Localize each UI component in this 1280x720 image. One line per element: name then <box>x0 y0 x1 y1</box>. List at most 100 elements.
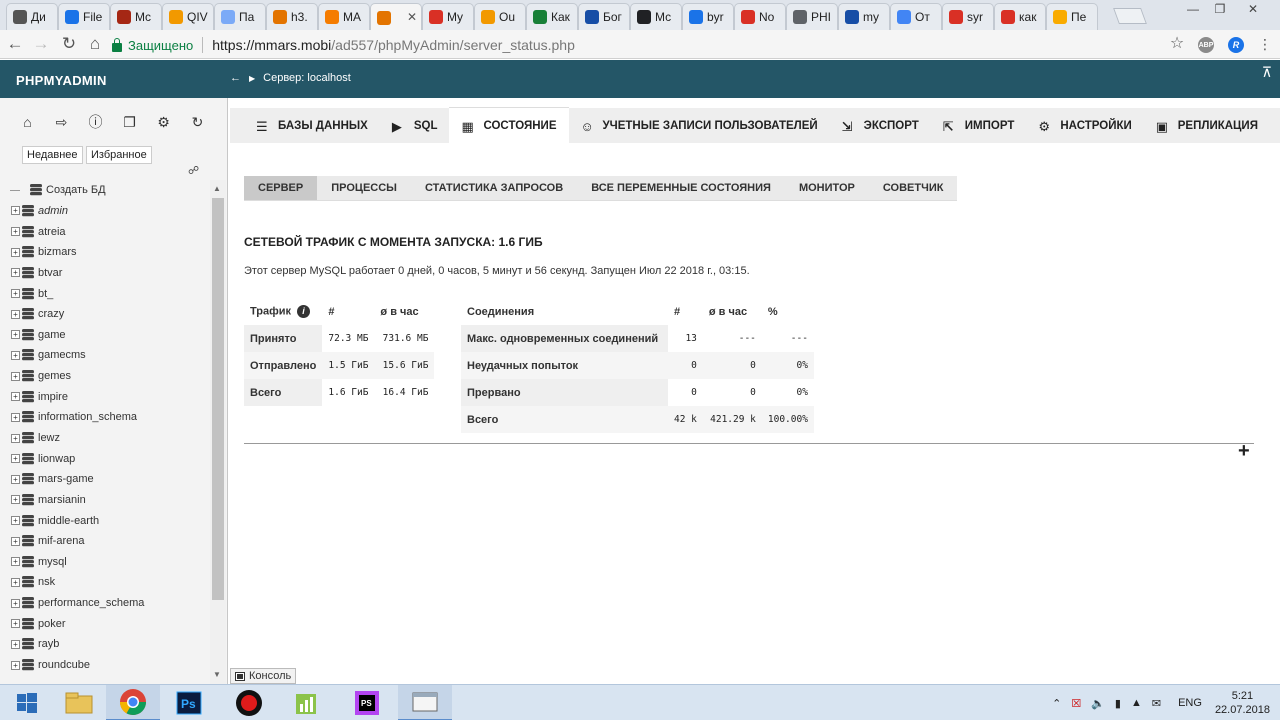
browser-tab[interactable]: Ди <box>6 3 58 30</box>
adblock-icon[interactable]: ABP <box>1198 37 1214 53</box>
top-menu-database[interactable]: ☰ Базы данных <box>244 108 380 143</box>
docs-icon[interactable]: ❐ <box>120 114 139 130</box>
expand-icon[interactable]: + <box>11 577 20 587</box>
browser-tab[interactable]: Бог <box>578 3 630 30</box>
close-tab-icon[interactable]: ✕ <box>407 10 417 24</box>
chrome-taskbar-icon[interactable] <box>106 685 160 720</box>
sub-tab[interactable]: Монитор <box>785 176 869 200</box>
expand-icon[interactable]: + <box>11 639 20 649</box>
top-menu-import[interactable]: ⇱ Импорт <box>931 108 1027 143</box>
expand-icon[interactable]: + <box>11 289 20 299</box>
gear-icon[interactable]: ⚙ <box>154 114 173 130</box>
browser-tab[interactable]: syr <box>942 3 994 30</box>
minimize-icon[interactable]: — <box>1180 2 1206 16</box>
browser-tab[interactable]: File <box>58 3 110 30</box>
logout-icon[interactable]: ⇨ <box>52 114 71 130</box>
browser-tab[interactable]: Пе <box>1046 3 1098 30</box>
top-menu-user[interactable]: ☺ Учетные записи пользователей <box>569 108 830 143</box>
address-bar[interactable]: Защищено https://mmars.mobi/ad557/phpMyA… <box>112 34 1192 56</box>
database-item[interactable]: + mysql <box>10 552 205 573</box>
browser-tab[interactable]: Мс <box>630 3 682 30</box>
explorer-taskbar-icon[interactable] <box>52 685 106 720</box>
chevron-up-icon[interactable]: ⌃ <box>1052 697 1061 710</box>
database-item[interactable]: + lionwap <box>10 448 205 469</box>
browser-tab[interactable]: My <box>422 3 474 30</box>
database-item[interactable]: + roundcube <box>10 655 205 676</box>
browser-tab[interactable]: Mc <box>110 3 162 30</box>
signal-icon[interactable]: ▲ <box>1131 697 1142 709</box>
expand-icon[interactable]: + <box>11 371 20 381</box>
database-item[interactable]: + information_schema <box>10 407 205 428</box>
expand-icon[interactable]: + <box>11 454 20 464</box>
expand-icon[interactable]: + <box>11 474 20 484</box>
bookmark-star-icon[interactable]: ☆ <box>1166 34 1188 54</box>
scrollbar-thumb[interactable] <box>212 198 224 600</box>
top-menu-settings[interactable]: ⚙ Настройки <box>1026 108 1143 143</box>
create-db-link[interactable]: Создать БД <box>10 180 205 201</box>
expand-icon[interactable]: + <box>11 598 20 608</box>
photoshop-taskbar-icon[interactable]: Ps <box>162 685 216 720</box>
message-icon[interactable]: ✉ <box>1152 697 1161 710</box>
collapse-icon[interactable]: ⊼ <box>1262 64 1272 81</box>
chart-app-taskbar-icon[interactable] <box>280 685 334 720</box>
browser-tab[interactable]: От <box>890 3 942 30</box>
scroll-up-icon[interactable]: ▲ <box>213 184 221 193</box>
database-item[interactable]: + middle-earth <box>10 510 205 531</box>
info-icon[interactable]: ⓘ <box>86 114 105 130</box>
database-item[interactable]: + gemes <box>10 366 205 387</box>
server-link[interactable]: Сервер: localhost <box>263 72 351 84</box>
database-item[interactable]: + atreia <box>10 221 205 242</box>
battery-icon[interactable]: ▮ <box>1115 697 1121 710</box>
expand-icon[interactable]: + <box>11 619 20 629</box>
database-item[interactable]: + nsk <box>10 572 205 593</box>
home-icon[interactable]: ⌂ <box>84 34 106 54</box>
favorites-button[interactable]: Избранное <box>86 146 152 164</box>
browser-tab[interactable]: Ou <box>474 3 526 30</box>
top-menu-sql[interactable]: ▶ SQL <box>380 108 450 143</box>
expand-icon[interactable]: + <box>11 660 20 670</box>
database-item[interactable]: + gamecms <box>10 345 205 366</box>
refresh-icon[interactable]: ↻ <box>188 114 207 130</box>
browser-tab[interactable]: как <box>994 3 1046 30</box>
sub-tab[interactable]: Советчик <box>869 176 958 200</box>
sub-tab[interactable]: Процессы <box>317 176 411 200</box>
recent-button[interactable]: Недавнее <box>22 146 83 164</box>
database-item[interactable]: + game <box>10 324 205 345</box>
link-icon[interactable]: ☍ <box>188 164 199 177</box>
window-taskbar-icon[interactable] <box>398 685 452 720</box>
console-bar[interactable]: Консоль <box>230 668 297 684</box>
phpstorm-taskbar-icon[interactable]: PS <box>340 685 394 720</box>
database-item[interactable]: + mars-game <box>10 469 205 490</box>
recorder-taskbar-icon[interactable] <box>222 685 276 720</box>
expand-icon[interactable]: + <box>11 247 20 257</box>
expand-icon[interactable]: + <box>11 516 20 526</box>
back-icon[interactable]: ← <box>4 34 26 54</box>
browser-tab[interactable]: ✕ <box>370 3 422 31</box>
database-item[interactable]: + mif-arena <box>10 531 205 552</box>
expand-icon[interactable]: + <box>11 330 20 340</box>
back-arrow-icon[interactable]: ← <box>230 72 241 84</box>
pma-logo[interactable]: PHPMYADMIN <box>16 73 107 88</box>
language-indicator[interactable]: ENG <box>1178 697 1202 709</box>
top-menu-replication[interactable]: ▣ Репликация <box>1144 108 1270 143</box>
database-item[interactable]: + performance_schema <box>10 593 205 614</box>
expand-icon[interactable]: + <box>11 206 20 216</box>
maximize-icon[interactable]: ❐ <box>1207 2 1233 16</box>
expand-icon[interactable]: + <box>11 495 20 505</box>
database-item[interactable]: + marsianin <box>10 490 205 511</box>
expand-icon[interactable]: + <box>11 412 20 422</box>
browser-tab[interactable]: h3. <box>266 3 318 30</box>
database-item[interactable]: + admin <box>10 201 205 222</box>
browser-tab[interactable]: PHI <box>786 3 838 30</box>
browser-tab[interactable]: Как <box>526 3 578 30</box>
database-item[interactable]: + lewz <box>10 428 205 449</box>
browser-tab[interactable]: No <box>734 3 786 30</box>
database-item[interactable]: + poker <box>10 613 205 634</box>
close-window-icon[interactable]: ✕ <box>1240 2 1266 16</box>
reload-icon[interactable]: ↻ <box>58 34 80 54</box>
top-menu-more[interactable]: ▼Ещё <box>1270 108 1280 143</box>
home-icon[interactable]: ⌂ <box>18 114 37 130</box>
extension-r-icon[interactable]: R <box>1228 37 1244 53</box>
database-item[interactable]: + btvar <box>10 263 205 284</box>
plus-icon[interactable]: + <box>1238 440 1250 463</box>
